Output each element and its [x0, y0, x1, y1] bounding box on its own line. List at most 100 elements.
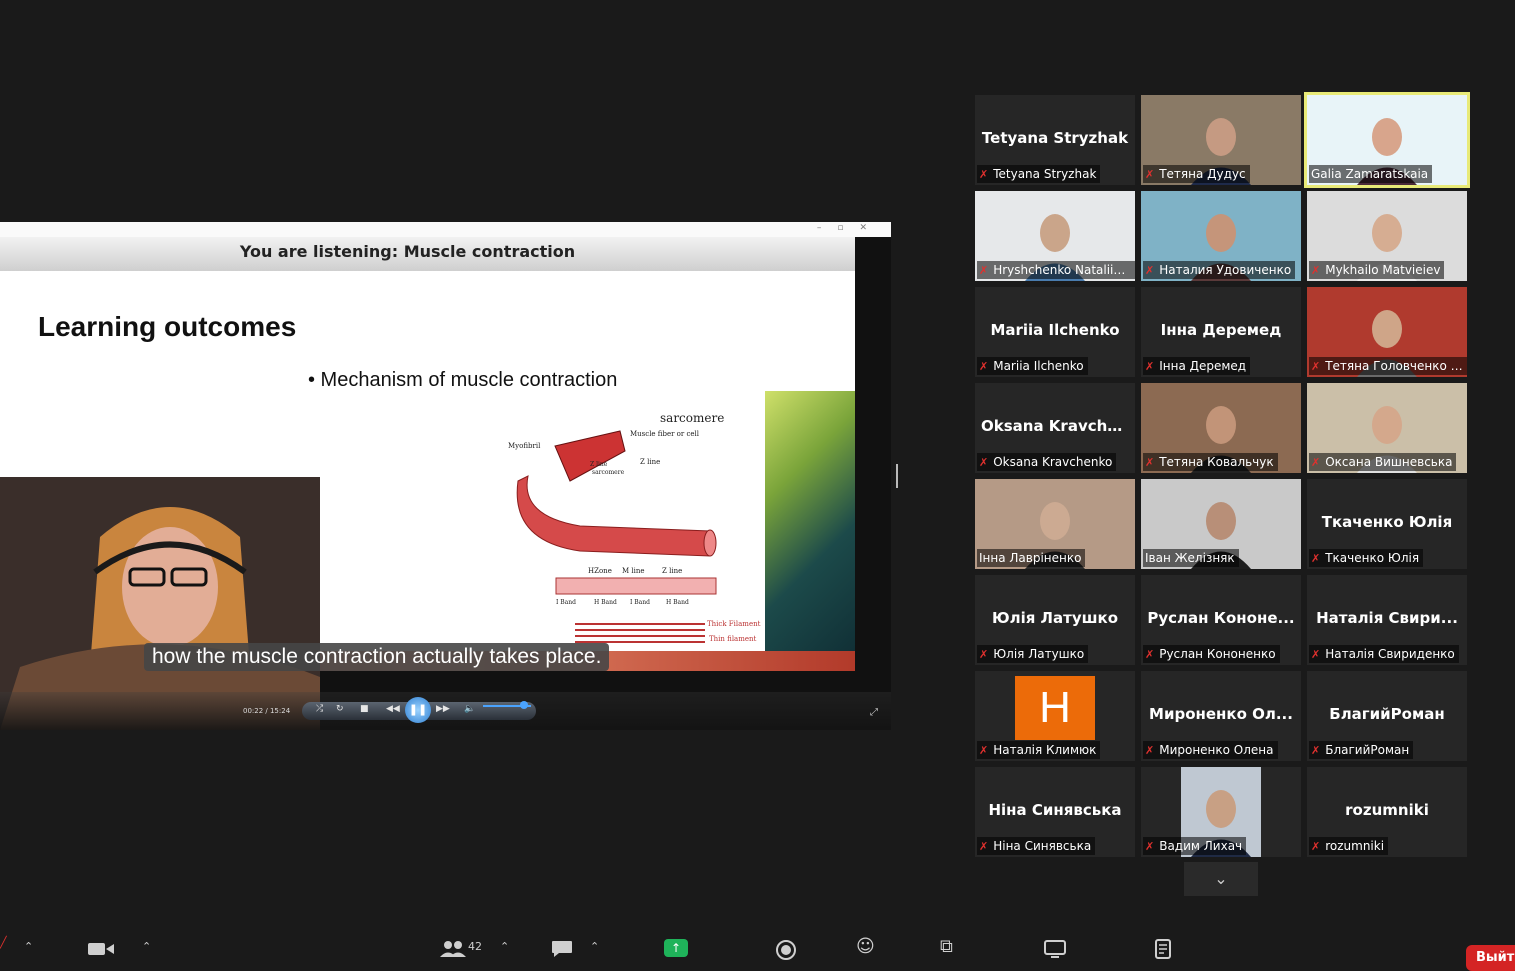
participant-display-name: Tetyana Stryzhak: [981, 129, 1129, 147]
muted-mic-icon: ✗: [1145, 744, 1155, 757]
muscle-fiber-shape: [516, 475, 711, 557]
muted-mic-icon: ✗: [979, 744, 989, 757]
participant-name: Вадим Лихач: [1159, 839, 1243, 853]
participant-tile[interactable]: ✗ Тетяна Головченко В...: [1307, 287, 1467, 377]
rewind-icon[interactable]: ◀◀: [386, 704, 400, 714]
participant-name-tag: ✗ Тетяна Головченко В...: [1309, 357, 1467, 375]
mute-status-icon[interactable]: ╱: [0, 936, 7, 949]
participant-name-tag: ✗ Тетяна Дудус: [1143, 165, 1250, 183]
participants-icon[interactable]: [440, 940, 466, 958]
muted-mic-icon: ✗: [979, 648, 989, 661]
participant-name: Інна Лавріненко: [979, 551, 1082, 565]
participant-tile[interactable]: Інна Деремед ✗ Інна Деремед: [1141, 287, 1301, 377]
participant-face: [1040, 214, 1070, 252]
muted-mic-icon: ✗: [1311, 456, 1321, 469]
participant-face: [1372, 310, 1402, 348]
participant-display-name: Наталія Свири...: [1316, 609, 1458, 627]
participant-name-tag: ✗ Тетяна Ковальчук: [1143, 453, 1278, 471]
leave-button[interactable]: Выйти: [1466, 945, 1515, 971]
audio-options-chevron-icon[interactable]: ⌃: [24, 940, 33, 953]
chat-chevron-icon[interactable]: ⌃: [590, 940, 599, 953]
avatar: H: [1015, 676, 1095, 740]
whiteboard-frame: [1044, 940, 1066, 955]
filament-lines: [575, 623, 705, 643]
participant-tile[interactable]: Мироненко Ол... ✗ Мироненко Олена: [1141, 671, 1301, 761]
participant-name-tag: Інна Лавріненко: [977, 549, 1086, 567]
video-options-chevron-icon[interactable]: ⌃: [142, 940, 151, 953]
participant-name: Наталия Удовиченко: [1159, 263, 1292, 277]
participant-tile[interactable]: ✗ Тетяна Ковальчук: [1141, 383, 1301, 473]
window-controls: –▫✕: [816, 223, 883, 233]
record-icon[interactable]: [776, 940, 796, 960]
share-screen-button[interactable]: ↑: [664, 939, 688, 957]
chevron-down-icon: ⌄: [1214, 869, 1228, 888]
shared-window-titlebar: –▫✕: [0, 222, 891, 237]
participant-tile[interactable]: Mariia Ilchenko ✗ Mariia Ilchenko: [975, 287, 1135, 377]
participant-face: [1206, 406, 1236, 444]
participant-tile[interactable]: Ткаченко Юлія ✗ Ткаченко Юлія: [1307, 479, 1467, 569]
diagram-label-sarcomere-small: sarcomere: [592, 469, 625, 476]
participant-display-name: Інна Деремед: [1160, 321, 1282, 339]
apps-icon[interactable]: ⧉: [940, 936, 953, 957]
participant-name: Oksana Kravchenko: [993, 455, 1113, 469]
fullscreen-icon[interactable]: ⤢: [870, 707, 878, 718]
participant-tile[interactable]: ✗ Наталия Удовиченко: [1141, 191, 1301, 281]
muted-mic-icon: ✗: [1311, 648, 1321, 661]
participant-name-tag: ✗ Ткаченко Юлія: [1309, 549, 1424, 567]
participant-tile[interactable]: Oksana Kravche... ✗ Oksana Kravchenko: [975, 383, 1135, 473]
chat-icon[interactable]: [551, 940, 573, 958]
participant-name-tag: ✗ Руслан Кононенко: [1143, 645, 1280, 663]
participant-tile[interactable]: ✗ Оксана Вишневська: [1307, 383, 1467, 473]
participant-tile[interactable]: Tetyana Stryzhak ✗ Tetyana Stryzhak: [975, 95, 1135, 185]
participant-bodies: [440, 952, 466, 957]
participant-face: [1040, 502, 1070, 540]
stop-icon[interactable]: ■: [360, 704, 369, 714]
participant-tile[interactable]: ✗ Вадим Лихач: [1141, 767, 1301, 857]
participant-display-name: Ткаченко Юлія: [1321, 513, 1453, 531]
participant-name: БлагийРоман: [1325, 743, 1410, 757]
muted-mic-icon: ✗: [1145, 648, 1155, 661]
participant-name-tag: ✗ Hryshchenko Nataliia,...: [977, 261, 1135, 279]
participant-name-tag: ✗ rozumniki: [1309, 837, 1389, 855]
participant-tile[interactable]: ✗ Hryshchenko Nataliia,...: [975, 191, 1135, 281]
participant-name: Тетяна Ковальчук: [1159, 455, 1274, 469]
volume-slider-knob[interactable]: [520, 701, 528, 709]
gallery-next-page-button[interactable]: ⌄: [1184, 862, 1258, 896]
pause-button[interactable]: ❚❚: [405, 697, 431, 723]
participant-tile[interactable]: Іван Желізняк: [1141, 479, 1301, 569]
repeat-icon[interactable]: ↻: [336, 704, 344, 714]
participant-tile[interactable]: БлагийРоман ✗ БлагийРоман: [1307, 671, 1467, 761]
shuffle-icon[interactable]: ⤮: [316, 704, 323, 714]
muted-mic-icon: ✗: [1311, 264, 1321, 277]
participant-face: [1372, 214, 1402, 252]
participant-tile[interactable]: ✗ Тетяна Дудус: [1141, 95, 1301, 185]
splitter-handle[interactable]: [896, 464, 898, 488]
whiteboard-icon[interactable]: [1044, 940, 1066, 958]
volume-icon[interactable]: 🔈: [464, 704, 475, 714]
fast-forward-icon[interactable]: ▶▶: [436, 704, 450, 714]
participant-tile[interactable]: ✗ Mykhailo Matvieiev: [1307, 191, 1467, 281]
participant-face: [1206, 502, 1236, 540]
participant-tile[interactable]: rozumniki ✗ rozumniki: [1307, 767, 1467, 857]
participant-name: Руслан Кононенко: [1159, 647, 1276, 661]
reactions-icon[interactable]: ☺: [856, 936, 875, 957]
notes-icon[interactable]: [1154, 939, 1172, 959]
participants-chevron-icon[interactable]: ⌃: [500, 940, 509, 953]
slide-bullet: • Mechanism of muscle contraction: [308, 369, 618, 391]
participant-tile[interactable]: Ніна Синявська ✗ Ніна Синявська: [975, 767, 1135, 857]
muted-mic-icon: ✗: [1145, 840, 1155, 853]
participant-tile[interactable]: H ✗ Наталія Климюк: [975, 671, 1135, 761]
participant-tile[interactable]: Galia Zamaratskaia: [1304, 92, 1470, 188]
video-camera-icon[interactable]: [88, 941, 114, 957]
participant-tile[interactable]: Інна Лавріненко: [975, 479, 1135, 569]
participant-name: Наталія Климюк: [993, 743, 1097, 757]
participant-tile[interactable]: Юлія Латушко ✗ Юлія Латушко: [975, 575, 1135, 665]
muted-mic-icon: ✗: [1145, 360, 1155, 373]
participant-name: Ніна Синявська: [993, 839, 1092, 853]
camera-body: [88, 943, 105, 955]
diagram-label-zline-c: Z line: [662, 567, 682, 575]
participant-name-tag: Galia Zamaratskaia: [1309, 165, 1433, 183]
participant-tile[interactable]: Руслан Кононе... ✗ Руслан Кононенко: [1141, 575, 1301, 665]
participant-tile[interactable]: Наталія Свири... ✗ Наталія Свириденко: [1307, 575, 1467, 665]
chat-bubble: [552, 941, 572, 957]
